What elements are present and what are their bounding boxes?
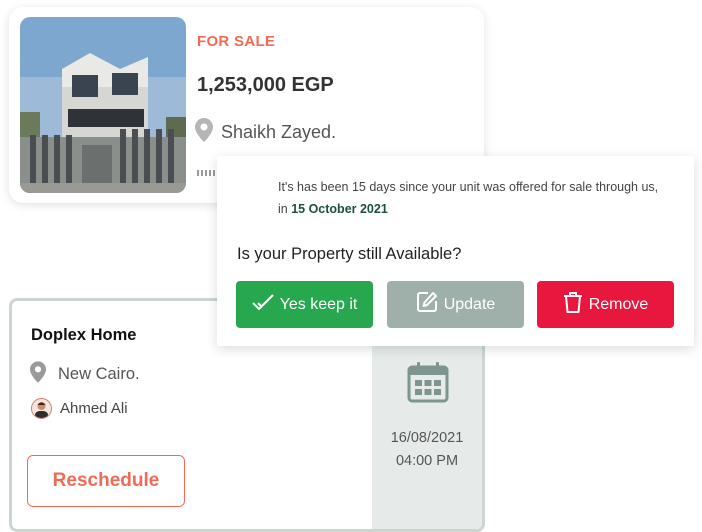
calendar-icon (407, 361, 449, 408)
keep-button-label: Yes keep it (279, 295, 358, 313)
appointment-date: 16/08/2021 (390, 430, 464, 446)
listing-location-text: Shaikh Zayed. (221, 122, 337, 142)
popup-message: It's has been 15 days since your unit wa… (278, 176, 668, 220)
update-button[interactable]: Update (387, 281, 524, 328)
popup-question: Is your Property still Available? (237, 245, 462, 263)
appointment-location-text: New Cairo. (58, 365, 140, 383)
availability-popup: It's has been 15 days since your unit wa… (217, 156, 694, 346)
appointment-time: 04:00 PM (395, 453, 459, 469)
property-photo (20, 17, 186, 193)
sale-status: FOR SALE (197, 33, 276, 50)
remove-button-label: Remove (588, 295, 649, 313)
listing-location: Shaikh Zayed. (195, 118, 336, 147)
avatar (31, 398, 52, 419)
keep-button[interactable]: Yes keep it (236, 281, 373, 328)
edit-icon (416, 291, 444, 318)
appointment-title: Doplex Home (31, 326, 137, 344)
trash-icon (563, 291, 589, 318)
update-button-label: Update (443, 295, 496, 313)
reschedule-button[interactable]: Reschedule (27, 455, 185, 507)
listing-price: 1,253,000 EGP (197, 74, 334, 96)
agent-info: Ahmed Ali (31, 398, 128, 419)
remove-button[interactable]: Remove (537, 281, 674, 328)
hidden-details (197, 170, 219, 176)
appointment-location: New Cairo. (30, 361, 140, 388)
popup-message-date: 15 October 2021 (291, 202, 388, 216)
location-pin-icon (195, 118, 213, 147)
agent-name: Ahmed Ali (60, 400, 128, 417)
location-pin-icon (30, 361, 46, 388)
check-icon (251, 294, 280, 315)
